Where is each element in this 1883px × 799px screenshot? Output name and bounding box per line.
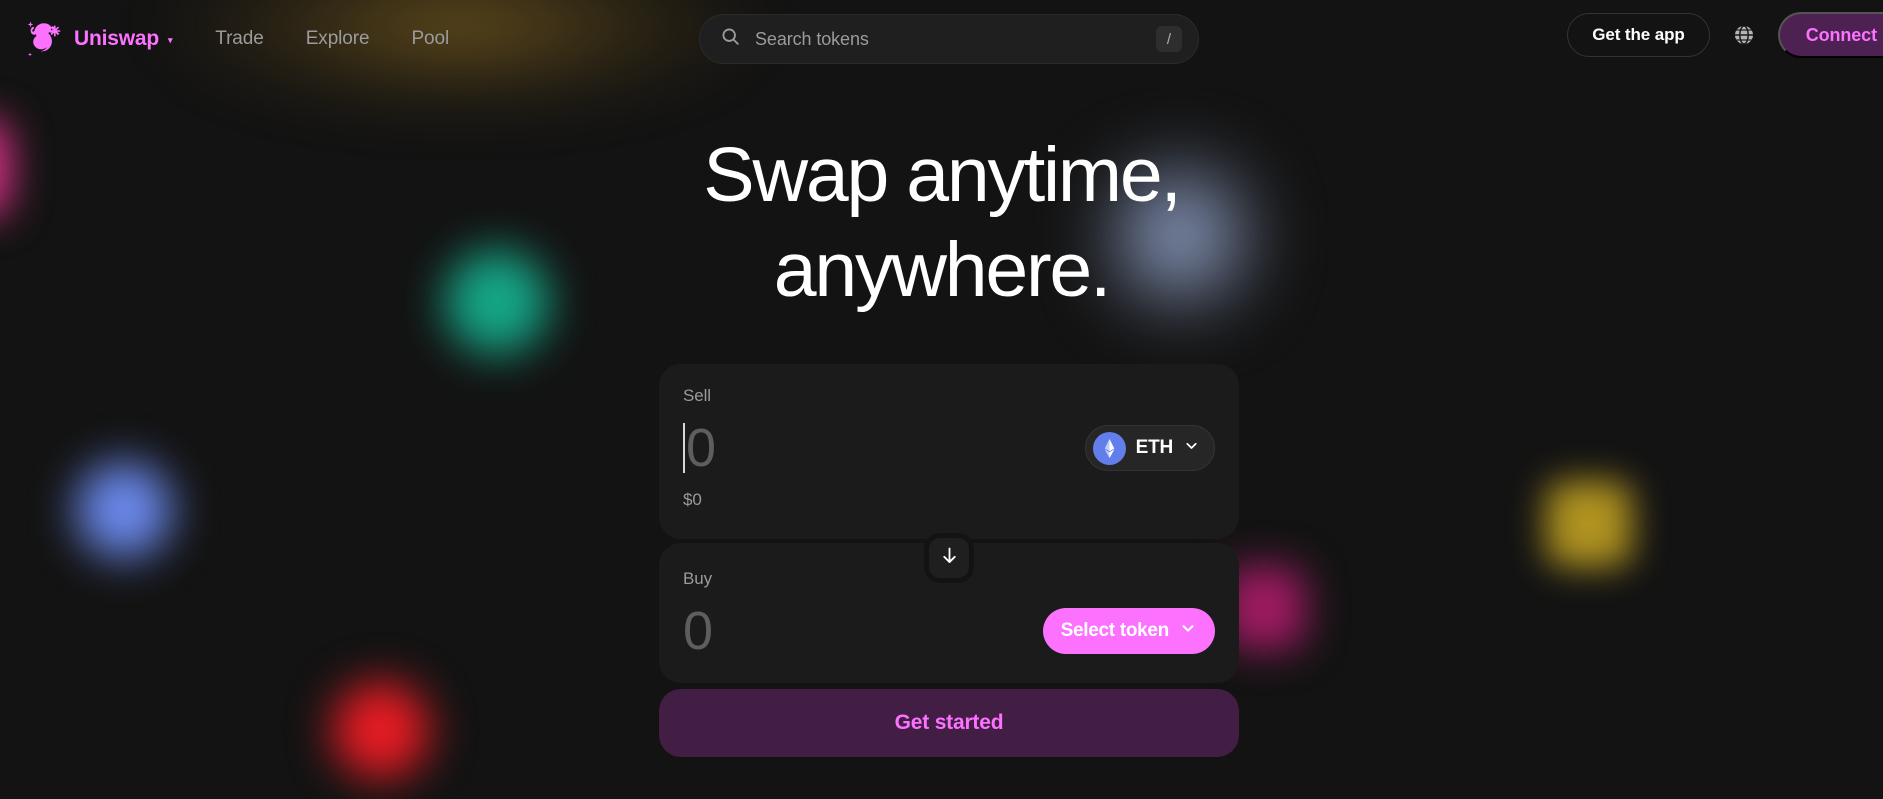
header-left: Uniswap ▾ Trade Explore Pool (0, 13, 459, 65)
arrow-down-icon (939, 545, 960, 571)
brand-name[interactable]: Uniswap ▾ (74, 27, 172, 51)
uniswap-unicorn-logo-icon[interactable] (18, 13, 70, 65)
brand-label: Uniswap (74, 27, 159, 50)
connect-wallet-button[interactable]: Connect (1777, 12, 1883, 58)
buy-amount-input[interactable]: 0 (683, 601, 713, 661)
sell-token-symbol: ETH (1135, 437, 1174, 458)
buy-token-chevron-down-icon (1179, 619, 1197, 643)
nav-item-trade[interactable]: Trade (205, 22, 273, 56)
orb-yellow-square (1546, 481, 1632, 567)
sell-amount-input[interactable]: 0 (683, 418, 716, 478)
search-shortcut-key: / (1156, 26, 1182, 52)
sell-fiat-value: $0 (683, 490, 702, 509)
nav-item-pool[interactable]: Pool (401, 22, 459, 56)
swap-direction-button[interactable] (924, 533, 974, 583)
globe-icon[interactable] (1724, 15, 1764, 55)
nav-item-explore[interactable]: Explore (296, 22, 380, 56)
get-the-app-button[interactable]: Get the app (1567, 13, 1710, 57)
get-started-label: Get started (894, 711, 1004, 734)
swap-widget: Sell 0 ETH $0 Buy 0 Select token Get sta… (659, 364, 1239, 757)
orb-blue-circle (76, 462, 172, 558)
search-placeholder-text: Search tokens (755, 28, 869, 49)
brand-chevron-down-icon[interactable]: ▾ (168, 35, 173, 46)
main-nav: Trade Explore Pool (205, 22, 459, 56)
sell-panel: Sell 0 ETH $0 (659, 364, 1239, 539)
sell-amount-value: 0 (686, 418, 716, 478)
sell-label: Sell (683, 386, 711, 405)
hero-line-2: anywhere. (773, 227, 1112, 313)
app-header: Uniswap ▾ Trade Explore Pool Search toke… (0, 0, 1883, 120)
hero-section: Swap anytime, anywhere. (0, 128, 1883, 318)
sell-row: 0 ETH (683, 418, 1215, 478)
uniswap-app: Uniswap ▾ Trade Explore Pool Search toke… (0, 0, 1883, 799)
select-token-label: Select token (1060, 620, 1170, 641)
search-input[interactable]: Search tokens / (699, 14, 1199, 64)
search-icon (720, 26, 741, 52)
orb-red-circle (333, 682, 429, 778)
header-actions: Get the app Connect (1567, 12, 1883, 58)
get-started-button[interactable]: Get started (659, 689, 1239, 757)
sell-token-selector[interactable]: ETH (1084, 425, 1215, 471)
ethereum-icon (1092, 431, 1126, 465)
buy-token-selector[interactable]: Select token (1042, 608, 1215, 654)
buy-row: 0 Select token (683, 601, 1215, 661)
hero-line-1: Swap anytime, (703, 132, 1182, 218)
sell-token-chevron-down-icon (1183, 437, 1200, 459)
search-container: Search tokens / (699, 14, 1199, 64)
text-cursor (683, 423, 685, 473)
page-title: Swap anytime, anywhere. (0, 128, 1883, 318)
